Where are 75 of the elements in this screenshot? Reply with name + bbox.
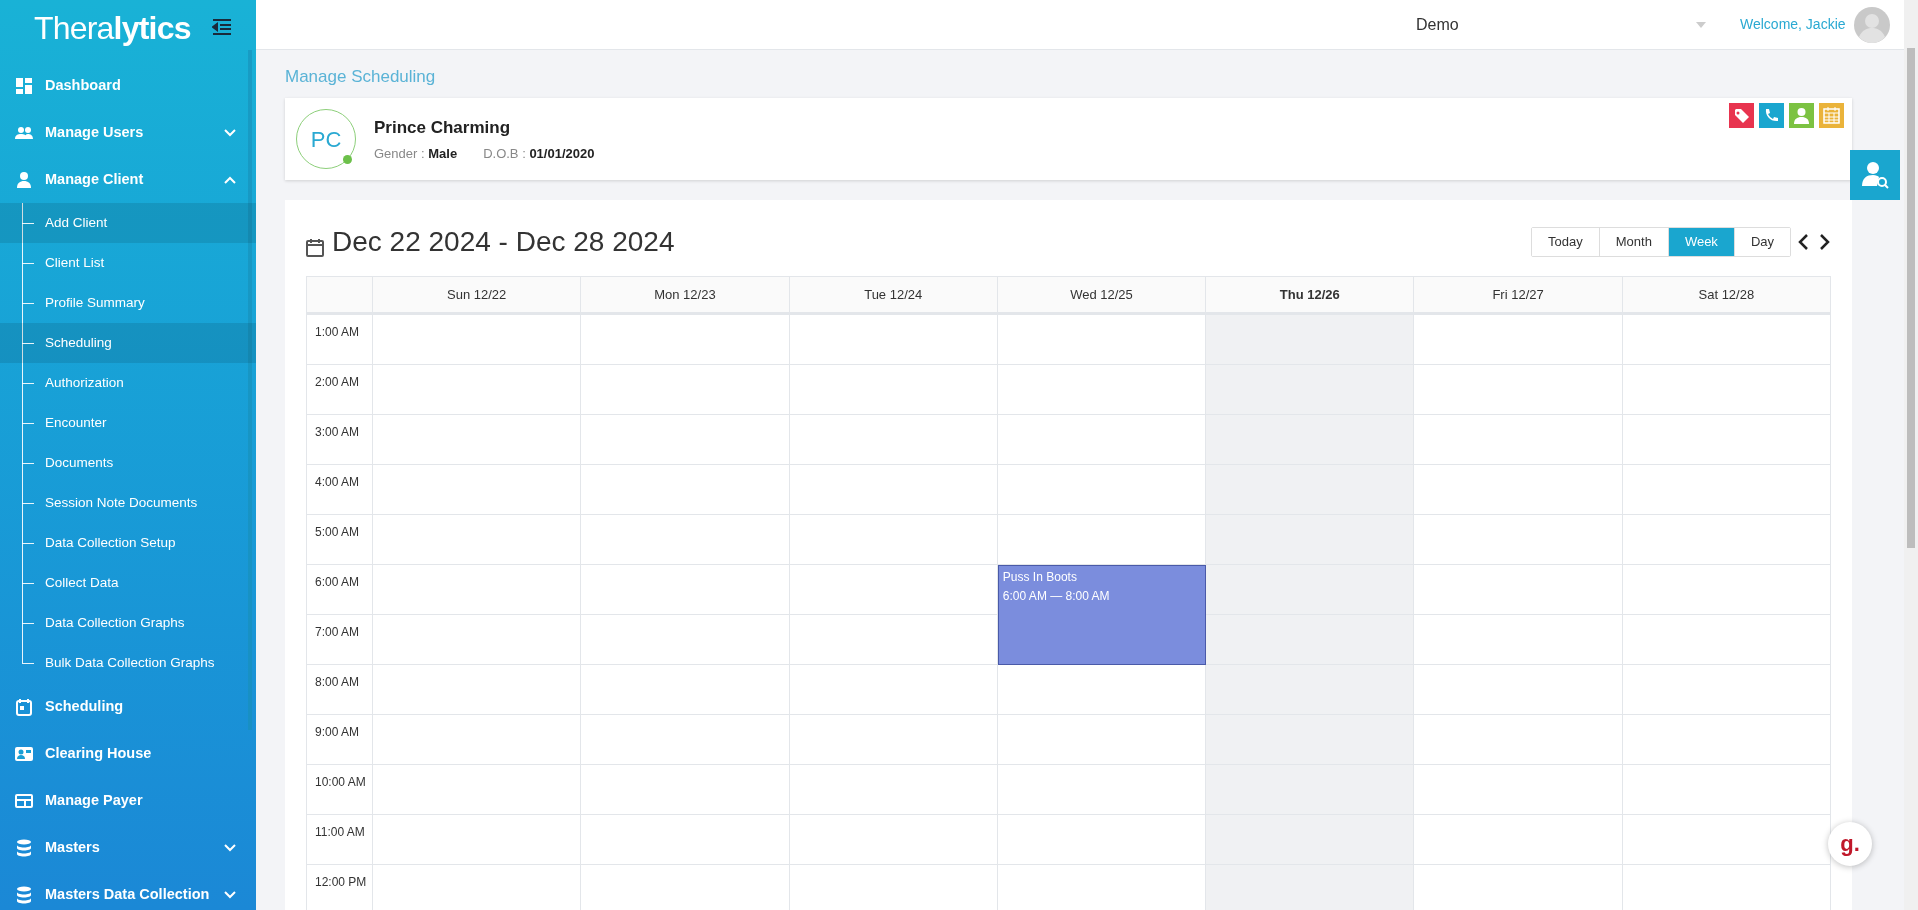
time-label: 2:00 AM bbox=[315, 375, 360, 389]
sidebar-subitem[interactable]: Encounter bbox=[0, 403, 256, 443]
client-search-button[interactable] bbox=[1850, 150, 1900, 200]
calendar-icon bbox=[306, 237, 324, 257]
welcome-text: Welcome, Jackie bbox=[1740, 15, 1846, 34]
time-label: 3:00 AM bbox=[315, 425, 360, 439]
time-label: 5:00 AM bbox=[315, 525, 360, 539]
sidebar-item[interactable]: Manage Users bbox=[0, 109, 256, 156]
tag-icon[interactable] bbox=[1729, 103, 1754, 128]
chevron-down-icon[interactable] bbox=[224, 843, 236, 852]
time-label: 10:00 AM bbox=[315, 775, 366, 789]
sidebar-item[interactable]: Clearing House bbox=[0, 730, 256, 777]
chevron-up-icon[interactable] bbox=[224, 175, 236, 184]
dropdown-caret-icon[interactable] bbox=[1696, 21, 1706, 28]
next-icon[interactable] bbox=[1817, 233, 1831, 251]
view-tab[interactable]: Week bbox=[1667, 228, 1734, 256]
day-header: Sat 12/28 bbox=[1622, 277, 1831, 312]
user-search-icon bbox=[1860, 160, 1890, 190]
day-header: Mon 12/23 bbox=[581, 277, 790, 312]
calendar-icon[interactable] bbox=[1819, 103, 1844, 128]
theralytics-logo: Theralytics bbox=[34, 12, 191, 44]
gender-field: Gender : Male bbox=[374, 144, 458, 164]
sidebar-subitem[interactable]: Add Client bbox=[0, 203, 256, 243]
phone-icon[interactable] bbox=[1759, 103, 1784, 128]
time-label: 7:00 AM bbox=[315, 625, 360, 639]
contact-card-icon bbox=[15, 744, 33, 763]
time-label: 9:00 AM bbox=[315, 725, 360, 739]
day-header: Thu 12/26 bbox=[1206, 277, 1415, 312]
sidebar-subitem[interactable]: Data Collection Setup bbox=[0, 523, 256, 563]
calendar-icon bbox=[15, 697, 33, 716]
client-name: Prince Charming bbox=[374, 116, 512, 139]
dob-field: D.O.B : 01/01/2020 bbox=[483, 144, 595, 164]
sidebar-item[interactable]: Masters Data Collection bbox=[0, 871, 256, 910]
sidebar-item[interactable]: Manage Client bbox=[0, 156, 256, 203]
sidebar-subitem[interactable]: Client List bbox=[0, 243, 256, 283]
sidebar-item[interactable]: Manage Payer bbox=[0, 777, 256, 824]
sidebar-subitem[interactable]: Scheduling bbox=[0, 323, 256, 363]
sidebar-subitem[interactable]: Data Collection Graphs bbox=[0, 603, 256, 643]
database-icon bbox=[15, 838, 33, 857]
time-label: 1:00 AM bbox=[315, 325, 360, 339]
scrollbar[interactable] bbox=[1904, 0, 1918, 910]
database-icon bbox=[15, 885, 33, 904]
time-label: 12:00 PM bbox=[315, 875, 367, 889]
dashboard-icon bbox=[15, 76, 33, 95]
day-header: Wed 12/25 bbox=[997, 277, 1207, 312]
time-label: 8:00 AM bbox=[315, 675, 360, 689]
time-label: 6:00 AM bbox=[315, 575, 360, 589]
sidebar-subitem[interactable]: Collect Data bbox=[0, 563, 256, 603]
time-label: 4:00 AM bbox=[315, 475, 360, 489]
sidebar-subitem[interactable]: Bulk Data Collection Graphs bbox=[0, 643, 256, 683]
sidebar-item[interactable]: Scheduling bbox=[0, 683, 256, 730]
user-icon bbox=[15, 170, 33, 189]
sidebar-subitem[interactable]: Profile Summary bbox=[0, 283, 256, 323]
previous-icon[interactable] bbox=[1797, 233, 1811, 251]
day-header: Sun 12/22 bbox=[373, 277, 582, 312]
sidebar-item[interactable]: Masters bbox=[0, 824, 256, 871]
chevron-down-icon[interactable] bbox=[224, 890, 236, 899]
view-tab[interactable]: Day bbox=[1733, 228, 1790, 256]
date-range-title: Dec 22 2024 - Dec 28 2024 bbox=[332, 225, 675, 259]
sidebar-item[interactable]: Dashboard bbox=[0, 62, 256, 109]
sidebar-subitem[interactable]: Session Note Documents bbox=[0, 483, 256, 523]
chevron-down-icon[interactable] bbox=[224, 128, 236, 137]
payment-card-icon bbox=[15, 791, 33, 810]
day-header: Fri 12/27 bbox=[1414, 277, 1623, 312]
calendar-event[interactable]: Puss In Boots 6:00 AM — 8:00 AM bbox=[997, 565, 1207, 665]
menu-collapse-icon[interactable] bbox=[212, 19, 232, 37]
day-header: Tue 12/24 bbox=[789, 277, 998, 312]
avatar-icon[interactable] bbox=[1853, 6, 1890, 43]
sidebar-subitem[interactable]: Documents bbox=[0, 443, 256, 483]
organization-dropdown[interactable]: Demo bbox=[1416, 12, 1459, 37]
chat-button[interactable]: g. bbox=[1828, 822, 1872, 866]
sidebar-subitem[interactable]: Authorization bbox=[0, 363, 256, 403]
time-label: 11:00 AM bbox=[315, 825, 365, 839]
page-title: Manage Scheduling bbox=[285, 66, 437, 88]
client-avatar: PC bbox=[296, 109, 356, 169]
